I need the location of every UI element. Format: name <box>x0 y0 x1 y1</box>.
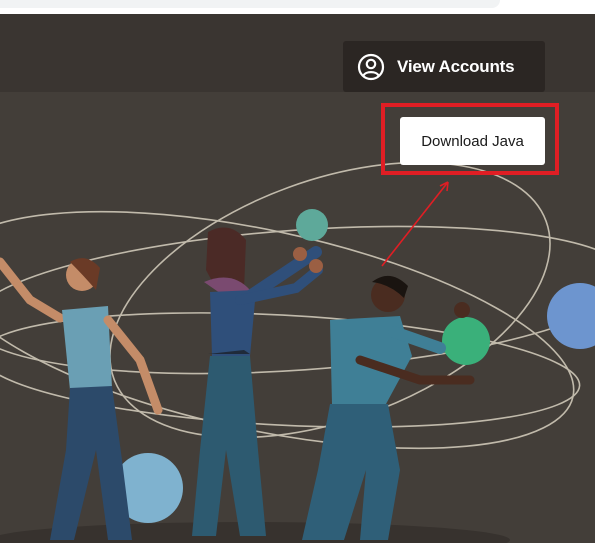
view-accounts-button[interactable]: View Accounts <box>343 41 545 92</box>
site-header: View Accounts <box>0 14 595 92</box>
download-java-button[interactable]: Download Java <box>400 117 545 165</box>
browser-address-bar[interactable] <box>0 0 500 8</box>
user-circle-icon <box>357 53 385 80</box>
view-accounts-label: View Accounts <box>397 56 515 76</box>
browser-chrome-strip <box>0 0 595 14</box>
